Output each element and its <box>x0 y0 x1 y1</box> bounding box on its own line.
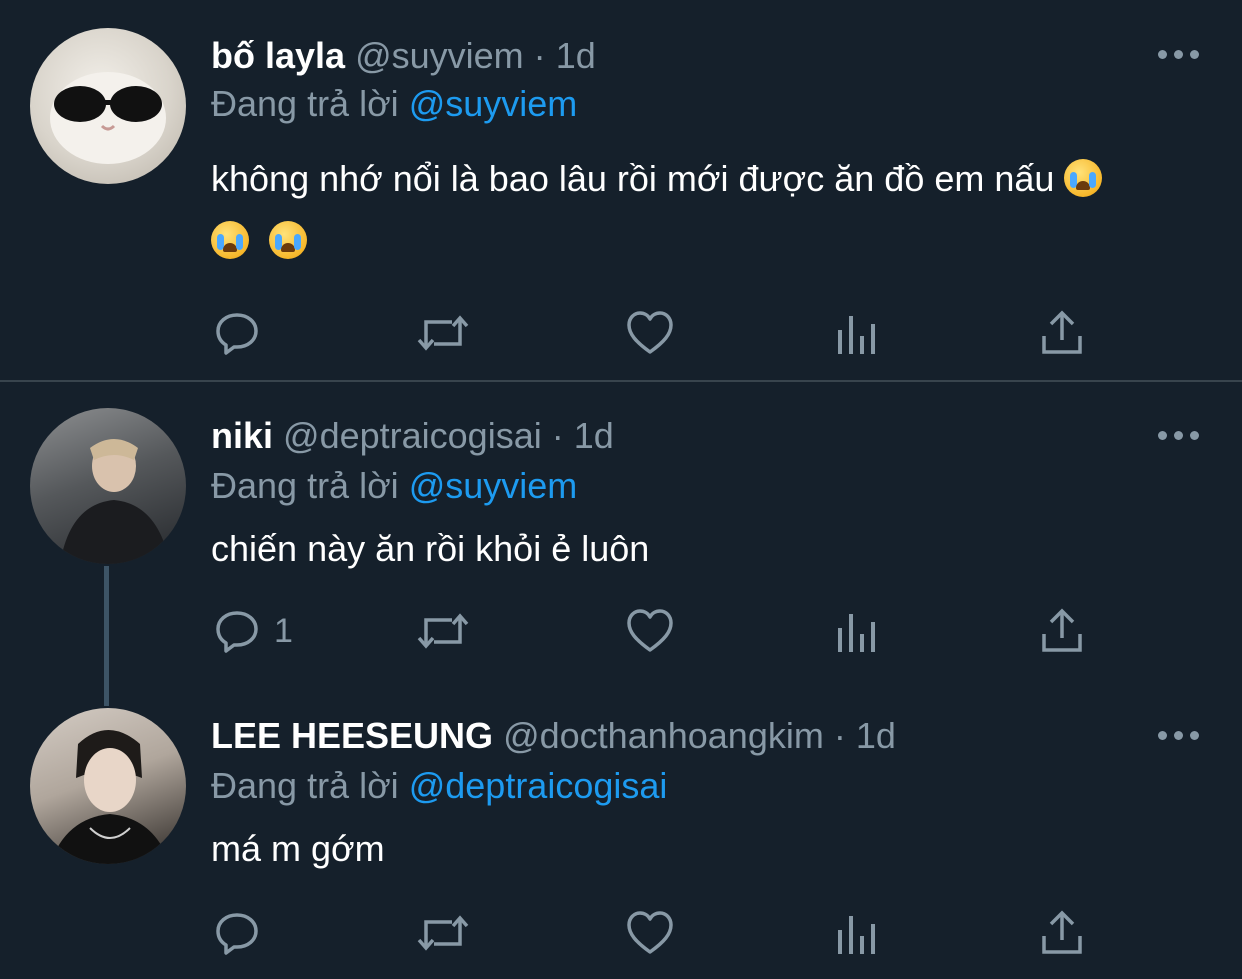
replying-to: Đang trả lời @suyviem <box>211 464 577 508</box>
analytics-icon <box>838 316 875 354</box>
retweet-button[interactable] <box>416 606 470 656</box>
mention-link[interactable]: @suyviem <box>409 83 578 124</box>
share-button[interactable] <box>1040 308 1084 358</box>
share-icon <box>1042 608 1082 652</box>
share-icon <box>1042 910 1082 954</box>
analytics-button[interactable] <box>836 908 878 958</box>
analytics-icon <box>838 614 875 652</box>
tweet-text: không nhớ nổi là bao lâu rồi mới được ăn… <box>211 148 1191 272</box>
reply-prefix: Đang trả lời <box>211 765 399 806</box>
reply-count: 1 <box>274 611 293 650</box>
reply-icon <box>216 913 258 955</box>
reply-prefix: Đang trả lời <box>211 83 399 124</box>
reply-button[interactable] <box>214 908 260 958</box>
mention-link[interactable]: @suyviem <box>409 465 578 506</box>
avatar-image <box>60 439 170 564</box>
user-handle[interactable]: @docthanhoangkim <box>503 715 824 756</box>
separator: · <box>551 415 564 456</box>
analytics-icon <box>838 916 875 954</box>
avatar[interactable] <box>30 408 186 564</box>
like-icon <box>627 911 673 954</box>
avatar[interactable] <box>30 708 186 864</box>
like-button[interactable] <box>626 606 674 656</box>
avatar-image <box>50 730 170 864</box>
timestamp[interactable]: 1d <box>856 715 896 756</box>
loudly-crying-face-icon <box>1064 159 1103 197</box>
tweet-actions <box>0 908 1242 958</box>
analytics-button[interactable] <box>836 308 878 358</box>
reply-button[interactable] <box>214 308 260 358</box>
retweet-button[interactable] <box>416 308 470 358</box>
tweet-text: chiến này ăn rồi khỏi ẻ luôn <box>211 528 650 569</box>
timestamp[interactable]: 1d <box>556 35 596 76</box>
avatar-image <box>50 72 166 164</box>
thread-connector <box>104 566 109 706</box>
share-button[interactable] <box>1040 606 1084 656</box>
user-handle[interactable]: @deptraicogisai <box>283 415 542 456</box>
mention-link[interactable]: @deptraicogisai <box>409 765 668 806</box>
like-button[interactable] <box>626 308 674 358</box>
tweet-text-content: không nhớ nổi là bao lâu rồi mới được ăn… <box>211 158 1055 199</box>
tweet-actions <box>0 308 1242 358</box>
share-button[interactable] <box>1040 908 1084 958</box>
display-name[interactable]: bố layla <box>211 35 345 76</box>
reply-button[interactable]: 1 <box>214 606 293 656</box>
like-button[interactable] <box>626 908 674 958</box>
reply-prefix: Đang trả lời <box>211 465 399 506</box>
replying-to: Đang trả lời @deptraicogisai <box>211 764 667 808</box>
tweet-actions: 1 <box>0 606 1242 656</box>
more-icon[interactable] <box>1158 429 1200 441</box>
more-icon[interactable] <box>1158 48 1200 60</box>
display-name[interactable]: niki <box>211 415 273 456</box>
separator: · <box>833 715 846 756</box>
reply-icon <box>216 611 258 653</box>
avatar[interactable] <box>30 28 186 184</box>
analytics-button[interactable] <box>836 606 878 656</box>
tweet-text: má m gớm <box>211 828 385 869</box>
display-name[interactable]: LEE HEESEUNG <box>211 715 493 756</box>
retweet-icon <box>417 315 469 351</box>
divider <box>0 380 1242 382</box>
retweet-icon <box>417 915 469 951</box>
loudly-crying-face-icon <box>269 221 308 259</box>
timestamp[interactable]: 1d <box>574 415 614 456</box>
tweet-header: bố layla @suyviem · 1d <box>211 34 596 78</box>
like-icon <box>627 311 673 354</box>
loudly-crying-face-icon <box>211 221 249 259</box>
retweet-icon <box>417 613 469 649</box>
more-icon[interactable] <box>1158 729 1200 741</box>
like-icon <box>627 609 673 652</box>
user-handle[interactable]: @suyviem <box>355 35 524 76</box>
reply-icon <box>216 313 258 355</box>
replying-to: Đang trả lời @suyviem <box>211 82 577 126</box>
tweet-header: LEE HEESEUNG @docthanhoangkim · 1d <box>211 714 896 758</box>
share-icon <box>1042 310 1082 354</box>
tweet-header: niki @deptraicogisai · 1d <box>211 414 614 458</box>
separator: · <box>533 35 546 76</box>
retweet-button[interactable] <box>416 908 470 958</box>
